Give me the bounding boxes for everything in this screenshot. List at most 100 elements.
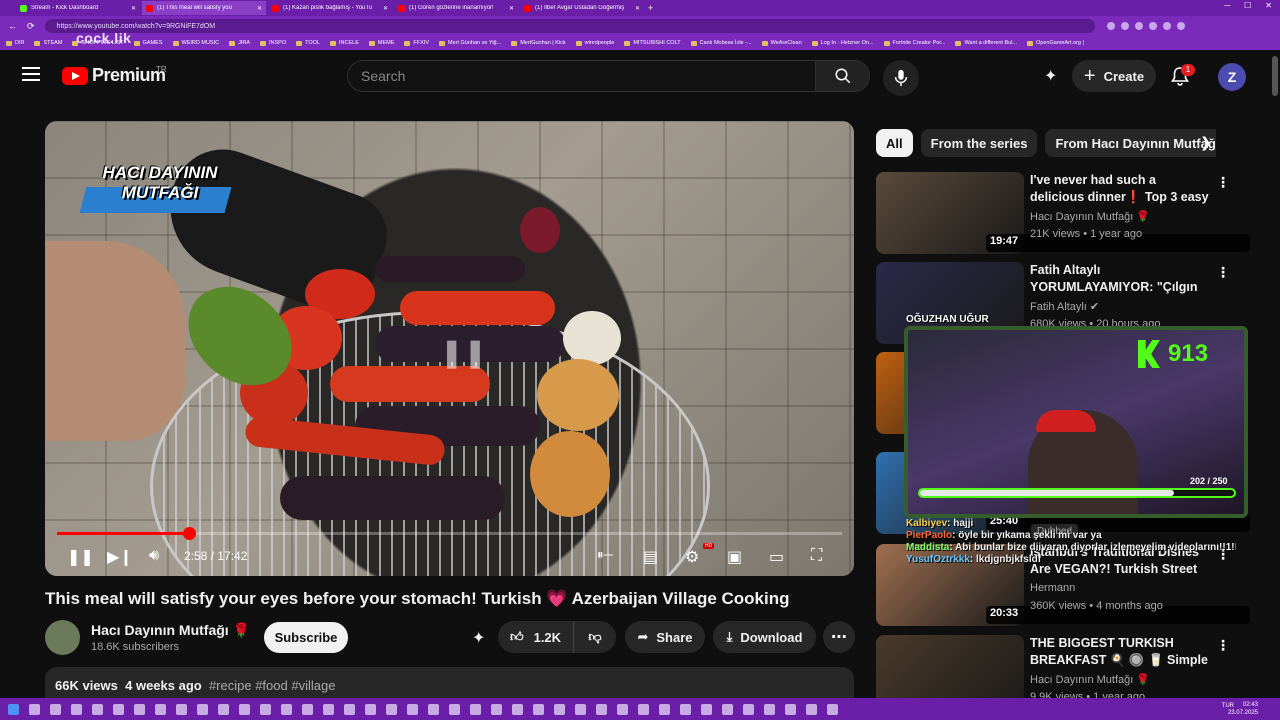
bookmark-item[interactable]: TOOL bbox=[296, 40, 320, 46]
next-icon[interactable]: ▶❙ bbox=[107, 547, 133, 567]
more-vertical-icon[interactable]: ⋮ bbox=[1216, 264, 1230, 281]
bookmark-item[interactable]: Fortnite Creator Por... bbox=[884, 40, 946, 46]
bookmark-item[interactable]: MertGunhan | Kick bbox=[511, 40, 565, 46]
taskbar-app-icon[interactable] bbox=[218, 703, 229, 715]
extension-icon[interactable] bbox=[1176, 22, 1185, 30]
bookmark-item[interactable]: FFXIV bbox=[404, 40, 429, 46]
taskbar-app-icon[interactable] bbox=[281, 703, 292, 715]
taskbar-app-icon[interactable] bbox=[386, 703, 397, 715]
bookmark-item[interactable]: Log In - Hetzner On... bbox=[812, 40, 874, 46]
taskbar-app-icon[interactable] bbox=[197, 703, 208, 715]
taskbar-app-icon[interactable] bbox=[29, 703, 40, 715]
progress-bar[interactable] bbox=[57, 527, 842, 540]
account-avatar[interactable]: Z bbox=[1218, 63, 1246, 91]
bookmark-item[interactable]: Canlı Mobese İzle -... bbox=[691, 40, 752, 46]
taskbar-app-icon[interactable] bbox=[512, 703, 523, 715]
like-button[interactable]: 👍︎ 1.2K bbox=[498, 621, 574, 653]
premium-gem-icon[interactable]: ✦ bbox=[472, 628, 485, 648]
channel-name[interactable]: Hacı Dayının Mutfağı 🌹 bbox=[91, 622, 250, 639]
bookmark-item[interactable]: Want a different Bul... bbox=[955, 40, 1017, 46]
bookmark-item[interactable]: STEAM bbox=[34, 40, 62, 46]
taskbar-app-icon[interactable] bbox=[722, 703, 733, 715]
hamburger-menu-icon[interactable] bbox=[22, 67, 40, 81]
taskbar-app-icon[interactable] bbox=[449, 703, 460, 715]
bookmark-item[interactable]: OpenGameArt.org | bbox=[1027, 40, 1084, 46]
taskbar-app-icon[interactable] bbox=[533, 703, 544, 715]
filter-chip[interactable]: From the series bbox=[920, 129, 1038, 157]
reload-icon[interactable]: ⟳ bbox=[27, 21, 35, 32]
taskbar-app-icon[interactable] bbox=[302, 703, 313, 715]
search-input[interactable]: Search bbox=[347, 60, 815, 92]
taskbar-app-icon[interactable] bbox=[176, 703, 187, 715]
extension-icon[interactable] bbox=[1148, 22, 1157, 30]
taskbar-app-icon[interactable] bbox=[617, 703, 628, 715]
taskbar-app-icon[interactable] bbox=[743, 703, 754, 715]
bookmark-item[interactable]: WeAreClean bbox=[762, 40, 802, 46]
taskbar-app-icon[interactable] bbox=[407, 703, 418, 715]
create-button[interactable]: + Create bbox=[1072, 60, 1156, 92]
close-tab-icon[interactable]: ✕ bbox=[383, 5, 388, 12]
url-field[interactable]: https://www.youtube.com/watch?v=9RGNiFE7… bbox=[44, 19, 1095, 33]
dislike-button[interactable]: 👎︎ bbox=[574, 621, 616, 653]
taskbar-app-icon[interactable] bbox=[638, 703, 649, 715]
more-actions-button[interactable]: ⋯ bbox=[823, 621, 855, 653]
close-tab-icon[interactable]: ✕ bbox=[635, 5, 640, 12]
taskbar-app-icon[interactable] bbox=[575, 703, 586, 715]
close-window-icon[interactable]: ✕ bbox=[1265, 1, 1272, 10]
taskbar-app-icon[interactable] bbox=[155, 703, 166, 715]
bookmark-item[interactable]: MITSUBISHI COLT bbox=[624, 40, 680, 46]
taskbar-app-icon[interactable] bbox=[491, 703, 502, 715]
video-player[interactable]: HACI DAYININ MUTFAĞI ❚❚ ❚❚ ▶❙ 🔊︎ 2:58 / … bbox=[45, 121, 854, 576]
progress-scrubber[interactable] bbox=[182, 527, 196, 540]
filter-chip[interactable]: From Hacı Dayının Mutfağı bbox=[1045, 129, 1216, 157]
page-scrollbar[interactable] bbox=[1272, 56, 1278, 96]
taskbar-app-icon[interactable] bbox=[323, 703, 334, 715]
close-tab-icon[interactable]: ✕ bbox=[509, 5, 514, 12]
youtube-logo[interactable]: Premium bbox=[62, 65, 166, 86]
filter-chip[interactable]: All bbox=[876, 129, 913, 157]
voice-search-button[interactable] bbox=[883, 60, 919, 96]
recommendation-channel[interactable]: Hacı Dayının Mutfağı 🌹 bbox=[1030, 673, 1150, 686]
theater-mode-icon[interactable]: ▭ bbox=[769, 547, 784, 567]
extension-icon[interactable] bbox=[1134, 22, 1143, 30]
new-tab-button[interactable]: + bbox=[648, 3, 653, 13]
minimize-icon[interactable]: ─ bbox=[1224, 1, 1230, 10]
recommendation-title[interactable]: Fatih Altaylı YORUMLAYAMIYOR: "Çılgın ..… bbox=[1030, 262, 1210, 296]
settings-gear-icon[interactable]: ⚙ bbox=[685, 547, 699, 567]
hashtags[interactable]: #recipe #food #village bbox=[209, 678, 335, 693]
recommendation-channel[interactable]: Fatih Altaylı ✔ bbox=[1030, 300, 1099, 313]
channel-avatar[interactable] bbox=[45, 620, 80, 655]
recommendation-title[interactable]: THE BIGGEST TURKISH BREAKFAST 🍳 🔘 🥛 Simp… bbox=[1030, 635, 1210, 669]
bookmark-item[interactable]: wiredpeople bbox=[576, 40, 615, 46]
description-box[interactable]: 66K views 4 weeks ago #recipe #food #vil… bbox=[45, 667, 854, 700]
taskbar-app-icon[interactable] bbox=[260, 703, 271, 715]
download-button[interactable]: ⤓ Download bbox=[713, 621, 816, 653]
extension-icon[interactable] bbox=[1106, 22, 1115, 30]
extension-icon[interactable] bbox=[1162, 22, 1171, 30]
bookmark-item[interactable]: JIRA bbox=[229, 40, 250, 46]
autoplay-toggle-icon[interactable]: ⏸︎─ bbox=[597, 547, 613, 563]
taskbar-app-icon[interactable] bbox=[827, 703, 838, 715]
recommendation-title[interactable]: I've never had such a delicious dinner❗ … bbox=[1030, 172, 1210, 206]
system-clock[interactable]: 02:43 23.07.2025 bbox=[1228, 701, 1258, 717]
taskbar-app-icon[interactable] bbox=[239, 703, 250, 715]
taskbar-app-icon[interactable] bbox=[134, 703, 145, 715]
browser-tab[interactable]: (1) Kazan pislik bağlamış - YouTu ✕ bbox=[268, 1, 392, 15]
taskbar-app-icon[interactable] bbox=[365, 703, 376, 715]
taskbar-app-icon[interactable] bbox=[806, 703, 817, 715]
more-vertical-icon[interactable]: ⋮ bbox=[1216, 174, 1230, 191]
bookmark-item[interactable]: WEIRD MUSIC bbox=[173, 40, 220, 46]
recommendation-channel[interactable]: Hacı Dayının Mutfağı 🌹 bbox=[1030, 210, 1150, 223]
chevron-right-icon[interactable]: ❯ bbox=[1200, 134, 1212, 151]
taskbar-app-icon[interactable] bbox=[71, 703, 82, 715]
subtitles-icon[interactable]: ▤ bbox=[643, 547, 658, 567]
taskbar-app-icon[interactable] bbox=[554, 703, 565, 715]
recommendation-item[interactable]: 19:47 I've never had such a delicious din… bbox=[876, 172, 1254, 256]
subscribe-button[interactable]: Subscribe bbox=[264, 622, 348, 653]
bookmark-item[interactable]: MEME bbox=[369, 40, 395, 46]
bookmark-item[interactable]: Mert Günhan ve Yiğ... bbox=[439, 40, 501, 46]
pause-icon[interactable]: ❚❚ bbox=[67, 547, 94, 567]
bookmark-item[interactable]: GAMES bbox=[134, 40, 163, 46]
taskbar-app-icon[interactable] bbox=[428, 703, 439, 715]
more-vertical-icon[interactable]: ⋮ bbox=[1216, 637, 1230, 654]
